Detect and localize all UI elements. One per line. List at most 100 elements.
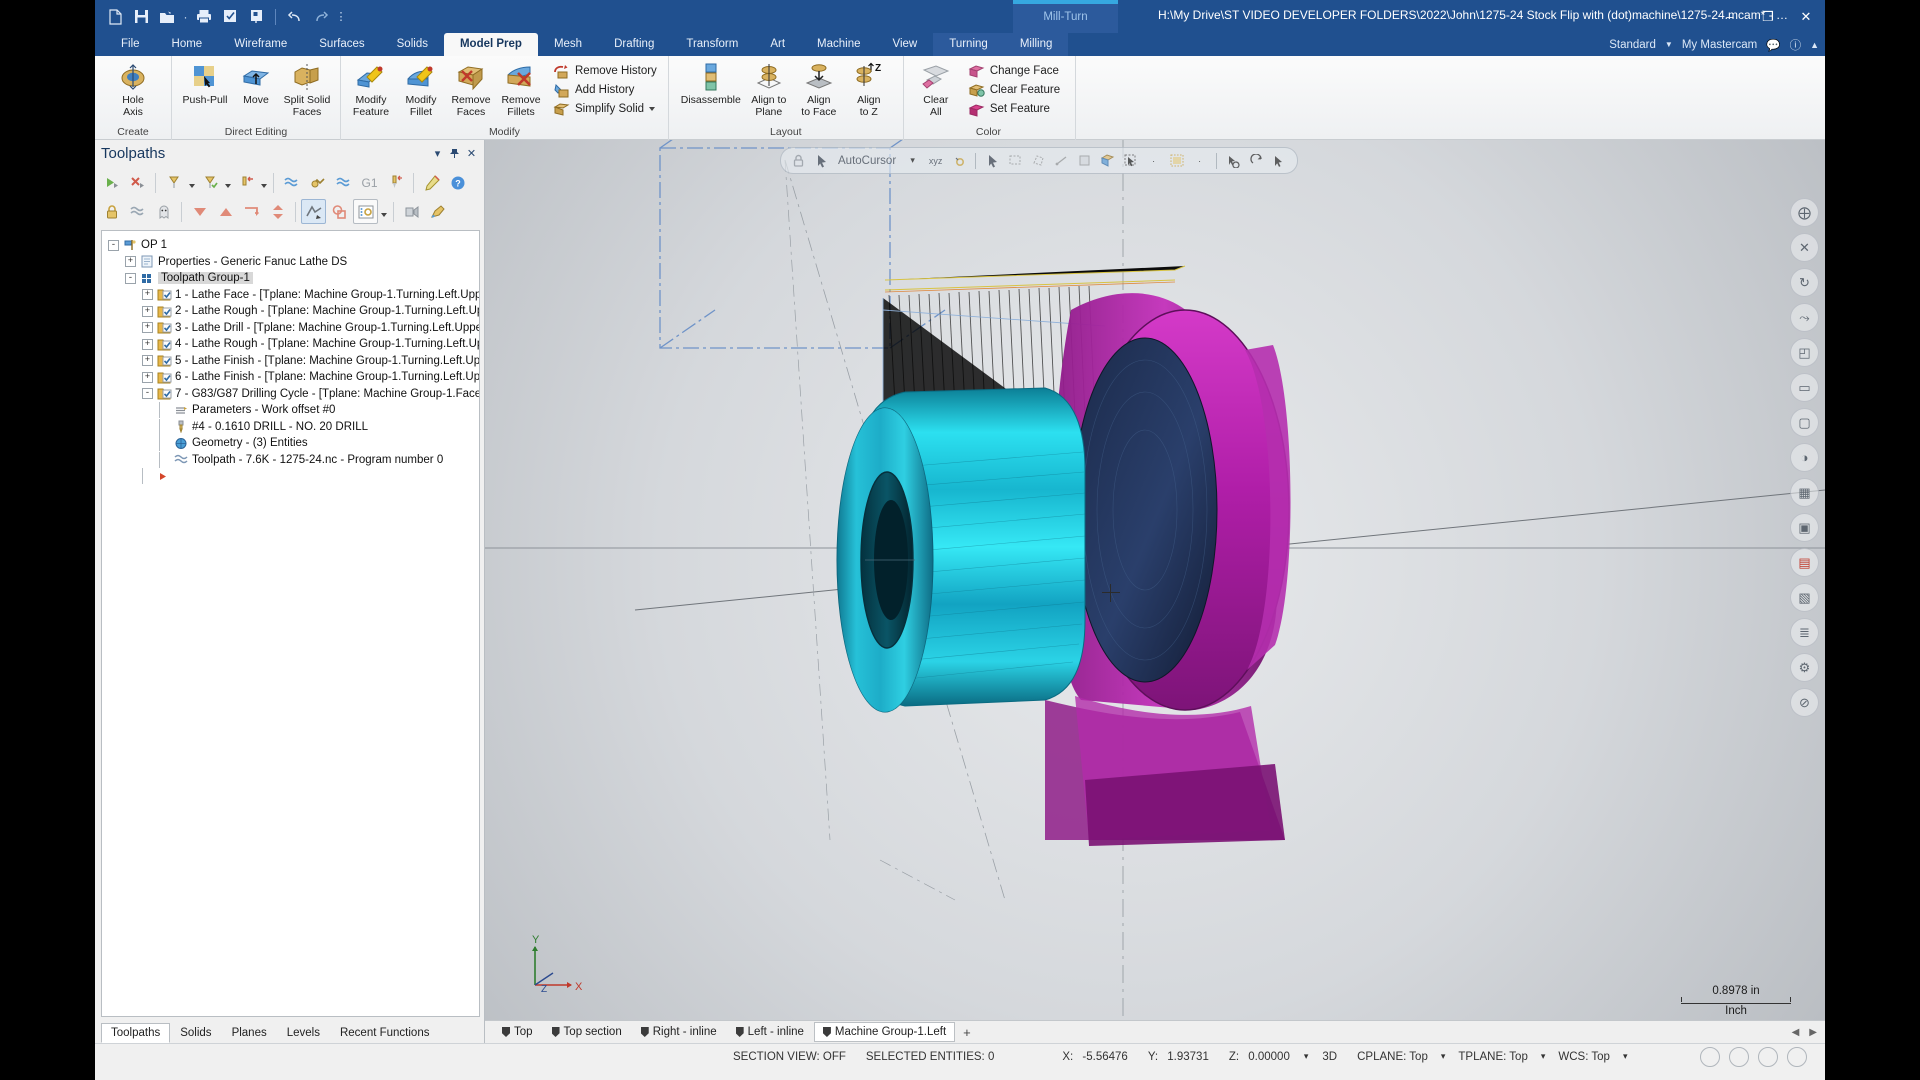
- fit-view-icon[interactable]: ⨁: [1790, 198, 1819, 227]
- verify-dropdown-icon[interactable]: [223, 170, 232, 195]
- tree-item[interactable]: Geometry - (3) Entities: [108, 435, 479, 452]
- help-panel-icon[interactable]: ?: [445, 170, 470, 195]
- move-into-group-icon[interactable]: [239, 199, 264, 224]
- zoom-window-icon[interactable]: ✕: [1790, 233, 1819, 262]
- ribbon-tab-surfaces[interactable]: Surfaces: [303, 33, 380, 56]
- push-pull-button[interactable]: Push-Pull: [180, 59, 230, 107]
- viewport-tab-right-inline[interactable]: Right - inline: [632, 1022, 726, 1042]
- move-down-icon[interactable]: [187, 199, 212, 224]
- status-indicator-2[interactable]: [1729, 1046, 1749, 1067]
- tree-expander[interactable]: -: [142, 388, 153, 400]
- shaded-view-icon[interactable]: ◑: [1790, 443, 1819, 472]
- edit-toolpath-icon[interactable]: [419, 170, 444, 195]
- machine-group-icon[interactable]: [399, 199, 424, 224]
- mask-dropdown-icon[interactable]: ·: [1189, 150, 1210, 171]
- tplane-status[interactable]: TPLANE: Top: [1448, 1051, 1537, 1063]
- print-preview-icon[interactable]: [218, 5, 242, 29]
- maximize-button[interactable]: ❐: [1749, 0, 1787, 33]
- tplane-dropdown-icon[interactable]: ▾: [1538, 1051, 1549, 1062]
- selection-mask-icon[interactable]: [1166, 150, 1187, 171]
- front-view-icon[interactable]: ▢: [1790, 408, 1819, 437]
- tree-item[interactable]: +4 - Lathe Rough - [Tplane: Machine Grou…: [108, 336, 479, 353]
- section-view-icon[interactable]: ▤: [1790, 548, 1819, 577]
- regenerate-selected-icon[interactable]: [99, 170, 124, 195]
- clear-colors-icon[interactable]: ⊘: [1790, 688, 1819, 717]
- simulate-dropdown-icon[interactable]: [187, 170, 196, 195]
- close-button[interactable]: ✕: [1787, 0, 1825, 33]
- blank-entity-icon[interactable]: ▧: [1790, 583, 1819, 612]
- z-dropdown-icon[interactable]: ▾: [1300, 1051, 1313, 1062]
- tree-expander[interactable]: -: [125, 272, 136, 284]
- move-button[interactable]: Move: [232, 59, 280, 107]
- select-all-icon[interactable]: [301, 199, 326, 224]
- wireframe-view-icon[interactable]: ▦: [1790, 478, 1819, 507]
- panel-dropdown-icon[interactable]: ▾: [429, 145, 446, 162]
- wcs-dropdown-icon[interactable]: ▾: [1620, 1051, 1631, 1062]
- viewport-tab-left-inline[interactable]: Left - inline: [727, 1022, 813, 1042]
- align-to-plane-button[interactable]: Align to Plane: [745, 59, 793, 118]
- ribbon-tab-model-prep[interactable]: Model Prep: [443, 33, 538, 56]
- panel-close-icon[interactable]: ✕: [463, 145, 480, 162]
- status-indicator-4[interactable]: [1787, 1046, 1807, 1067]
- ribbon-tab-machine[interactable]: Machine: [801, 33, 876, 56]
- print-icon[interactable]: [192, 5, 216, 29]
- toolpaths-tree[interactable]: - OP 1 + Properties - Generic Fanuc Lathe D…: [101, 230, 480, 1017]
- tree-expander[interactable]: +: [142, 355, 153, 367]
- paint-toolpath-icon[interactable]: [425, 199, 450, 224]
- tree-item[interactable]: +1 - Lathe Face - [Tplane: Machine Group…: [108, 287, 479, 304]
- toggle-display-icon[interactable]: [151, 199, 176, 224]
- cplane-status[interactable]: CPLANE: Top: [1347, 1051, 1438, 1063]
- ribbon-tab-transform[interactable]: Transform: [670, 33, 754, 56]
- panel-tab-solids[interactable]: Solids: [170, 1023, 221, 1043]
- backplot-icon[interactable]: [233, 170, 258, 195]
- open-dropdown-icon[interactable]: ·: [181, 5, 190, 29]
- regenerate-all-dirty-icon[interactable]: [125, 170, 150, 195]
- set-feature-button[interactable]: Set Feature: [966, 100, 1065, 118]
- ribbon-tab-turning[interactable]: Turning: [933, 33, 1004, 56]
- backplot-dropdown-icon[interactable]: [259, 170, 268, 195]
- save-icon[interactable]: [129, 5, 153, 29]
- clear-all-button[interactable]: Clear All: [912, 59, 960, 118]
- status-indicator-3[interactable]: [1758, 1046, 1778, 1067]
- account-dropdown-icon[interactable]: ▼: [1665, 40, 1673, 49]
- viewport-tab-top[interactable]: Top: [493, 1022, 542, 1042]
- post-selected-icon[interactable]: [279, 170, 304, 195]
- align-to-z-button[interactable]: Z Align to Z: [845, 59, 893, 118]
- ribbon-tab-file[interactable]: File: [105, 33, 156, 56]
- viewport-tab-top-section[interactable]: Top section: [543, 1022, 631, 1042]
- select-vector-icon[interactable]: [1051, 150, 1072, 171]
- tree-expander[interactable]: +: [142, 322, 153, 334]
- autocursor-dropdown-icon[interactable]: ▾: [902, 150, 923, 171]
- panel-pin-icon[interactable]: [446, 145, 463, 162]
- open-folder-icon[interactable]: [155, 5, 179, 29]
- new-file-icon[interactable]: [103, 5, 127, 29]
- select-solid-icon[interactable]: [1097, 150, 1118, 171]
- ribbon-tab-home[interactable]: Home: [156, 33, 219, 56]
- customize-qat-icon[interactable]: ⋮: [335, 5, 347, 29]
- toolpath-options-icon[interactable]: [353, 199, 378, 224]
- dynamic-rotate-icon[interactable]: [1246, 150, 1267, 171]
- viewport-tab-next-icon[interactable]: ▶: [1809, 1027, 1817, 1038]
- account-label[interactable]: My Mastercam: [1682, 39, 1757, 51]
- select-area-icon[interactable]: [1074, 150, 1095, 171]
- redo-icon[interactable]: [309, 5, 333, 29]
- origin-snap-icon[interactable]: [948, 150, 969, 171]
- tree-item[interactable]: - OP 1: [108, 237, 479, 254]
- ribbon-tab-drafting[interactable]: Drafting: [598, 33, 670, 56]
- tree-expander[interactable]: -: [108, 239, 119, 251]
- panel-tab-planes[interactable]: Planes: [222, 1023, 277, 1043]
- panel-tab-toolpaths[interactable]: Toolpaths: [101, 1023, 171, 1043]
- cplane-dropdown-icon[interactable]: ▾: [1438, 1051, 1449, 1062]
- tree-item[interactable]: [108, 468, 479, 485]
- unzoom-icon[interactable]: [1223, 150, 1244, 171]
- tree-item[interactable]: +5 - Lathe Finish - [Tplane: Machine Gro…: [108, 353, 479, 370]
- tree-item[interactable]: +6 - Lathe Finish - [Tplane: Machine Gro…: [108, 369, 479, 386]
- modify-fillet-button[interactable]: Modify Fillet: [397, 59, 445, 118]
- ribbon-tab-view[interactable]: View: [877, 33, 934, 56]
- hole-axis-button[interactable]: Hole Axis: [109, 59, 157, 118]
- ribbon-tab-art[interactable]: Art: [754, 33, 801, 56]
- status-indicator-1[interactable]: [1700, 1046, 1720, 1067]
- help-icon[interactable]: ⓘ: [1790, 37, 1802, 53]
- tree-item[interactable]: Toolpath - 7.6K - 1275-24.nc - Program n…: [108, 451, 479, 469]
- rotate-view-icon[interactable]: ↻: [1790, 268, 1819, 297]
